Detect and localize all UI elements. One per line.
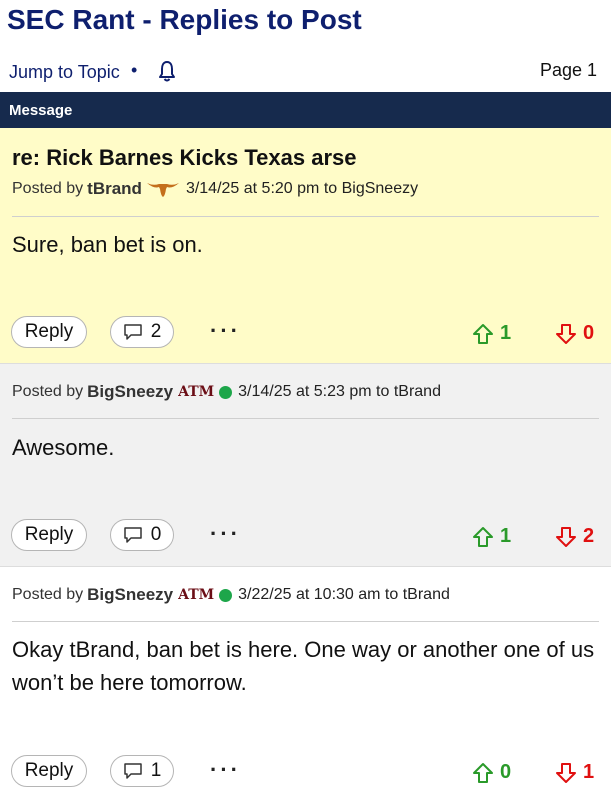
- upvote-count: 0: [500, 761, 512, 783]
- divider: [12, 216, 599, 217]
- username-link[interactable]: BigSneezy: [87, 585, 173, 605]
- downvote-count: 1: [583, 761, 595, 783]
- comment-count: 2: [150, 321, 162, 342]
- comment-count: 1: [150, 760, 162, 781]
- comment-icon: [123, 324, 142, 340]
- reply-button[interactable]: Reply: [11, 316, 87, 348]
- upvote-count: 1: [500, 322, 512, 344]
- username-link[interactable]: BigSneezy: [87, 382, 173, 402]
- downvote-button[interactable]: 1: [555, 761, 594, 784]
- downvote-button[interactable]: 2: [555, 525, 594, 548]
- post-body: Awesome.: [12, 435, 115, 460]
- separator-bullet: •: [131, 60, 138, 80]
- post-meta: Posted by BigSneezy ATM 3/14/25 at 5:23 …: [12, 382, 441, 402]
- online-status-icon: [219, 588, 233, 602]
- thumb-down-arrow-icon: [556, 526, 576, 547]
- more-options-button[interactable]: ···: [210, 521, 241, 547]
- thumb-up-arrow-icon: [473, 323, 493, 344]
- post-date: 3/22/25 at 10:30 am to tBrand: [238, 586, 450, 603]
- thumb-down-arrow-icon: [556, 323, 576, 344]
- upvote-button[interactable]: 1: [472, 525, 511, 548]
- team-logo-icon: ATM: [178, 587, 215, 603]
- post-date: 3/14/25 at 5:23 pm to tBrand: [238, 383, 441, 400]
- post-body: Sure, ban bet is on.: [12, 232, 203, 257]
- posted-by-label: Posted by: [12, 586, 84, 603]
- comments-button[interactable]: 1: [110, 755, 174, 787]
- page-indicator: Page 1: [539, 60, 597, 80]
- comment-icon: [123, 763, 142, 779]
- post-date: 3/14/25 at 5:20 pm to BigSneezy: [185, 180, 419, 197]
- post-reply: Posted by BigSneezy ATM 3/14/25 at 5:23 …: [0, 364, 611, 567]
- more-options-button[interactable]: ···: [210, 757, 241, 783]
- reply-button[interactable]: Reply: [11, 519, 87, 551]
- comments-button[interactable]: 0: [110, 519, 174, 551]
- comment-icon: [123, 527, 142, 543]
- team-logo-icon: ATM: [178, 384, 215, 400]
- thumb-down-arrow-icon: [556, 762, 576, 783]
- upvote-button[interactable]: 0: [472, 761, 511, 784]
- posted-by-label: Posted by: [12, 383, 84, 400]
- message-header-bar: Message: [0, 92, 611, 128]
- thumb-up-arrow-icon: [473, 762, 493, 783]
- post-body: Okay tBrand, ban bet is here. One way or…: [12, 637, 595, 695]
- downvote-count: 0: [583, 322, 595, 344]
- online-status-icon: [219, 385, 233, 399]
- upvote-count: 1: [500, 525, 512, 547]
- post-reply: Posted by BigSneezy ATM 3/22/25 at 10:30…: [0, 567, 611, 800]
- username-link[interactable]: tBrand: [87, 179, 142, 199]
- divider: [12, 621, 599, 622]
- downvote-count: 2: [583, 525, 595, 547]
- comments-button[interactable]: 2: [110, 316, 174, 348]
- post-meta: Posted by BigSneezy ATM 3/22/25 at 10:30…: [12, 585, 450, 605]
- post-title[interactable]: re: Rick Barnes Kicks Texas arse: [12, 145, 356, 171]
- thumb-up-arrow-icon: [473, 526, 493, 547]
- jump-to-topic-link[interactable]: Jump to Topic: [9, 62, 120, 83]
- upvote-button[interactable]: 1: [472, 322, 511, 345]
- post-original: re: Rick Barnes Kicks Texas arse Posted …: [0, 128, 611, 364]
- message-header-label: Message: [9, 102, 73, 119]
- posted-by-label: Posted by: [12, 180, 84, 197]
- more-options-button[interactable]: ···: [210, 318, 241, 344]
- page-title: SEC Rant - Replies to Post: [7, 4, 362, 35]
- longhorn-icon: [146, 183, 179, 197]
- post-meta: Posted by tBrand 3/14/25 at 5:20 pm to B…: [12, 179, 418, 199]
- bell-icon[interactable]: [158, 60, 176, 82]
- reply-button[interactable]: Reply: [11, 755, 87, 787]
- downvote-button[interactable]: 0: [555, 322, 594, 345]
- comment-count: 0: [150, 524, 162, 545]
- divider: [12, 418, 599, 419]
